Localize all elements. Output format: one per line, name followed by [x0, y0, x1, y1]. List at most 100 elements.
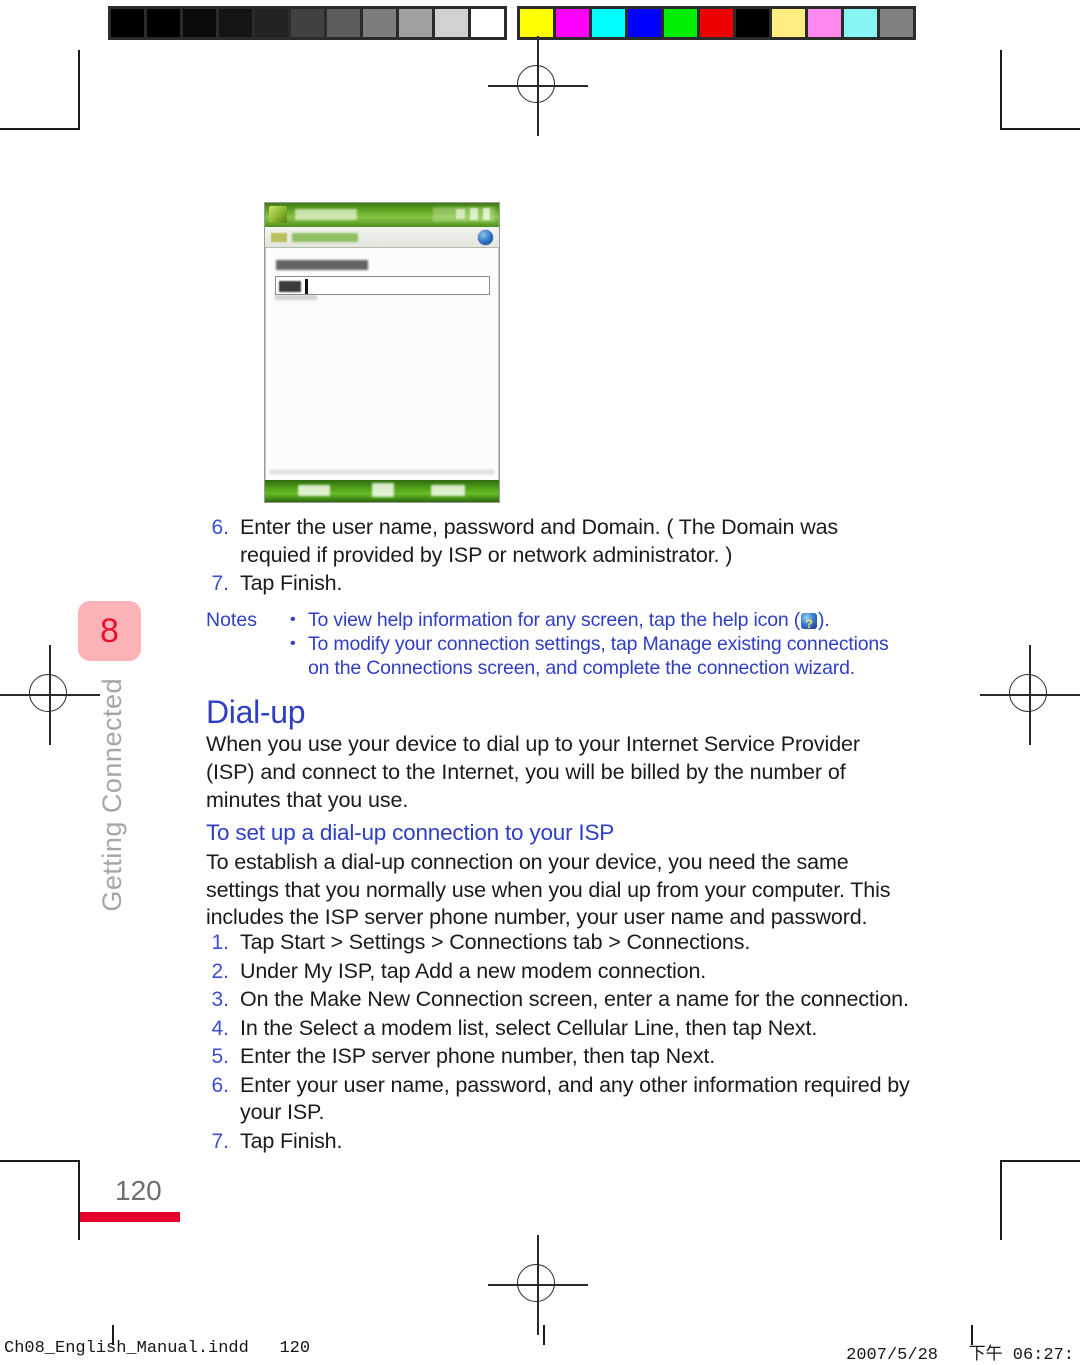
list-item-marker: 2.	[211, 959, 229, 983]
device-body-footer-rule	[270, 470, 494, 474]
color-swatch-5	[700, 9, 733, 37]
soft-key-back	[298, 485, 330, 496]
crop-mark-bottom-right	[1000, 1160, 1080, 1240]
list-item-text: Tap Finish.	[240, 571, 343, 595]
list-item: 2. Under My ISP, tap Add a new modem conn…	[206, 958, 912, 986]
list-item-marker: 6.	[211, 1073, 229, 1097]
list-item-marker: 7.	[211, 1129, 229, 1153]
page-number: 120	[115, 1175, 162, 1206]
access-point-name-input	[275, 276, 490, 295]
color-swatch-9	[844, 9, 877, 37]
chapter-title-vertical: Getting Connected	[97, 678, 127, 912]
start-menu-icon	[269, 206, 287, 223]
registration-mark-top	[488, 36, 588, 136]
text-caret	[305, 279, 308, 294]
signal-icon	[483, 208, 490, 220]
top-steps-list: 6. Enter the user name, password and Doma…	[206, 514, 906, 599]
dialup-steps-list: 1. Tap Start > Settings > Connections tab…	[206, 929, 912, 1156]
color-swatch-1	[556, 9, 589, 37]
note-item: • To view help information for any screen…	[290, 608, 906, 636]
list-item-marker: 5.	[211, 1045, 229, 1068]
note-item-text: To modify your connection settings, tap …	[308, 633, 889, 679]
battery-icon	[456, 209, 465, 219]
page-number-rule	[80, 1212, 180, 1222]
chapter-tab: 8	[78, 601, 141, 661]
crop-mark-bottom-left	[0, 1160, 80, 1240]
list-item: 1. Tap Start > Settings > Connections tab…	[206, 929, 912, 957]
color-swatch-4	[664, 9, 697, 37]
color-swatch-group	[517, 6, 916, 40]
list-item-text: Enter the ISP server phone number, then …	[240, 1044, 716, 1068]
color-swatch-0	[520, 9, 553, 37]
device-sub-bar	[265, 227, 499, 248]
dialup-paragraph: When you use your device to dial up to y…	[206, 732, 860, 812]
notes-label: Notes	[206, 609, 257, 631]
gray-swatch-0	[111, 9, 144, 37]
device-subbar-prefix	[271, 233, 287, 242]
list-item-text: In the Select a modem list, select Cellu…	[240, 1015, 818, 1040]
grayscale-swatch-group	[108, 6, 507, 40]
gray-swatch-2	[183, 9, 216, 37]
gray-swatch-8	[399, 9, 432, 37]
list-item-text: Enter the user name, password and Domain…	[240, 515, 838, 567]
device-title-bar	[265, 203, 499, 227]
note-item: • To modify your connection settings, tap…	[290, 632, 906, 680]
access-point-name-label	[276, 260, 368, 270]
list-item-marker: 4.	[211, 1016, 229, 1040]
gray-swatch-9	[435, 9, 468, 37]
registration-mark-bottom	[488, 1235, 588, 1335]
gray-swatch-10	[471, 9, 504, 37]
soft-key-next	[431, 485, 465, 496]
dialup-sub-paragraph: To establish a dial-up connection on you…	[206, 850, 891, 929]
list-item-marker: 6.	[211, 516, 229, 539]
help-globe-icon	[478, 230, 493, 245]
color-swatch-10	[880, 9, 913, 37]
color-swatch-7	[772, 9, 805, 37]
list-item-text: Tap Start > Settings > Connections tab >…	[240, 930, 751, 954]
color-swatch-3	[628, 9, 661, 37]
list-item-text: Enter your user name, password, and any …	[240, 1072, 910, 1125]
list-item-marker: 3.	[211, 988, 229, 1011]
help-globe-icon	[801, 612, 818, 636]
device-subbar-title	[292, 233, 358, 242]
input-value-text	[279, 281, 301, 292]
crop-mark-top-right	[1000, 50, 1080, 130]
crop-mark-top-left	[0, 50, 80, 130]
list-item: 7. Tap Finish.	[206, 1128, 912, 1156]
gray-swatch-7	[363, 9, 396, 37]
gray-swatch-1	[147, 9, 180, 37]
list-item-marker: 1.	[211, 931, 229, 954]
list-item: 4. In the Select a modem list, select Cel…	[206, 1015, 912, 1043]
color-swatch-2	[592, 9, 625, 37]
footer-tick-center	[543, 1325, 545, 1345]
footer-filename: Ch08_English_Manual.indd 120	[4, 1339, 311, 1358]
note-item-text: To view help information for any screen,…	[308, 608, 906, 636]
device-soft-key-bar	[265, 480, 499, 502]
list-item: 3. On the Make New Connection screen, ent…	[206, 986, 912, 1014]
bullet-icon: •	[290, 611, 296, 628]
gray-swatch-6	[327, 9, 360, 37]
notes-items: • To view help information for any screen…	[290, 608, 906, 680]
color-swatch-6	[736, 9, 769, 37]
input-dropdown-shadow	[275, 295, 317, 300]
list-item: 6. Enter the user name, password and Doma…	[206, 514, 906, 569]
section-subheading: To set up a dial-up connection to your I…	[206, 820, 615, 845]
volume-icon	[470, 208, 478, 220]
notes-block: Notes • To view help information for any …	[206, 608, 906, 680]
registration-mark-right	[980, 645, 1080, 745]
footer-timestamp: 2007/5/28 下午 06:27:	[846, 1346, 1074, 1365]
device-title-text	[295, 209, 357, 220]
list-item-text: Under My ISP, tap Add a new modem connec…	[240, 958, 707, 983]
gray-swatch-5	[291, 9, 324, 37]
list-item: 5. Enter the ISP server phone number, the…	[206, 1043, 912, 1071]
gray-swatch-3	[219, 9, 252, 37]
list-item: 7. Tap Finish.	[206, 570, 906, 598]
list-item-marker: 7.	[211, 572, 229, 595]
device-form-body	[265, 248, 499, 480]
chapter-number: 8	[100, 612, 119, 650]
bullet-icon: •	[290, 635, 296, 652]
list-item: 6. Enter your user name, password, and an…	[206, 1072, 912, 1127]
soft-key-input-panel	[372, 483, 394, 497]
list-item-text: On the Make New Connection screen, enter…	[240, 987, 909, 1011]
color-calibration-bar	[108, 6, 916, 40]
